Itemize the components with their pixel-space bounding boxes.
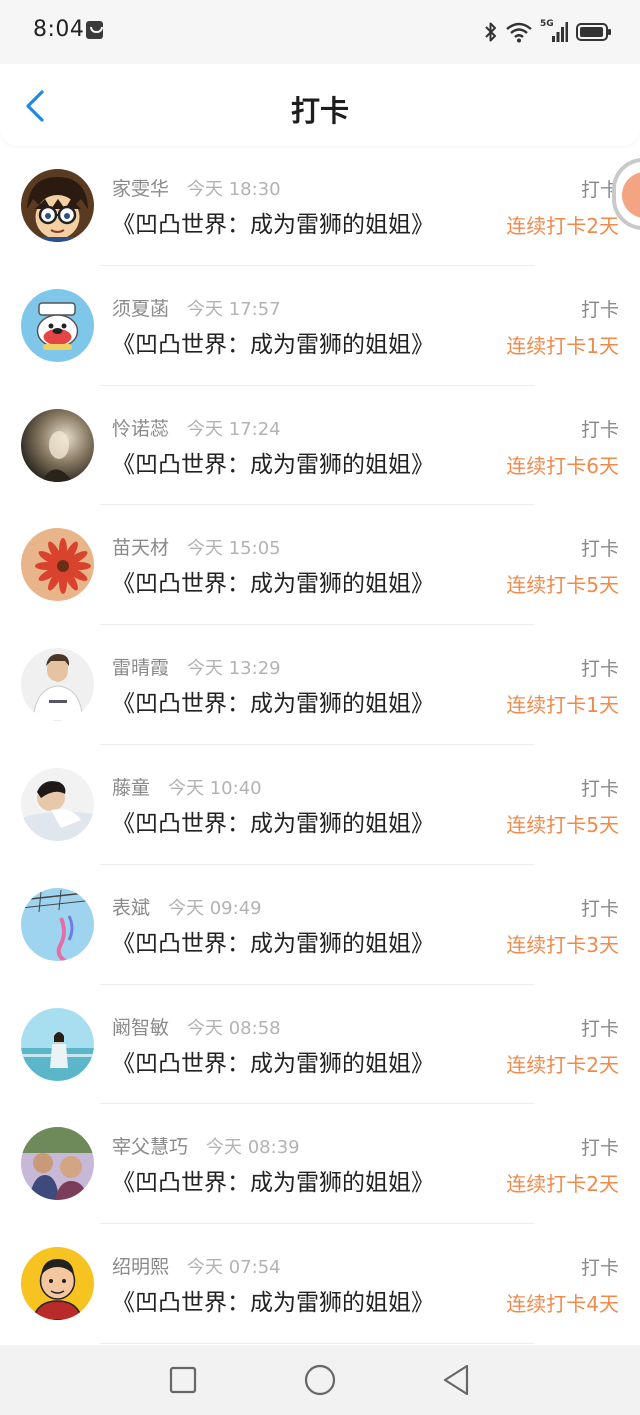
page-title: 打卡 [290, 94, 349, 128]
bubble-avatar [622, 172, 640, 218]
home-button[interactable] [300, 1360, 340, 1400]
list-item[interactable]: 绍明熙 今天 07:54 《凹凸世界：成为雷狮的姐姐》 打卡连续打卡4天 [0, 1224, 640, 1344]
streak-label: 连续打卡1天 [506, 693, 619, 718]
checkin-label: 打卡 [580, 777, 619, 800]
streak-label: 连续打卡4天 [506, 1292, 619, 1317]
list-item[interactable]: 表斌 今天 09:49 《凹凸世界：成为雷狮的姐姐》 打卡连续打卡3天 [0, 865, 640, 985]
avatar[interactable] [21, 169, 94, 242]
checkin-list: 家雯华 今天 18:30 《凹凸世界：成为雷狮的姐姐》 打卡 连续打卡2天 须夏菡 今天 1… [0, 146, 640, 1344]
header: 打卡 [0, 64, 640, 146]
checkin-label: 打卡 [580, 1257, 619, 1280]
avatar[interactable] [21, 1127, 94, 1201]
checkin-label: 打卡 [580, 897, 619, 920]
list-item[interactable]: 宰父慧巧 今天 08:39 《凹凸世界：成为雷狮的姐姐》 打卡连续打卡2天 [0, 1104, 640, 1225]
avatar[interactable] [21, 1247, 94, 1321]
list-item[interactable]: 须夏菡 今天 17:57 《凹凸世界：成为雷狮的姐姐》 打卡连续打卡1天 [0, 266, 640, 386]
post-time: 今天 15:05 [187, 538, 281, 560]
recent-apps-icon [169, 1366, 197, 1394]
user-name: 须夏菡 [112, 297, 170, 320]
signal-icon [552, 22, 568, 42]
book-title[interactable]: 《凹凸世界：成为雷狮的姐姐》 [112, 325, 434, 359]
back-triangle-icon [443, 1364, 469, 1396]
post-time: 今天 08:58 [187, 1017, 281, 1039]
book-title[interactable]: 《凹凸世界：成为雷狮的姐姐》 [112, 445, 434, 479]
list-item[interactable]: 藤童 今天 10:40 《凹凸世界：成为雷狮的姐姐》 打卡连续打卡5天 [0, 745, 640, 865]
checkin-label: 打卡 [580, 1137, 619, 1160]
streak-label: 连续打卡2天 [506, 214, 619, 238]
checkin-label: 打卡 [580, 418, 619, 441]
book-title[interactable]: 《凹凸世界：成为雷狮的姐姐》 [112, 684, 434, 718]
post-time: 今天 09:49 [168, 897, 262, 919]
home-icon [304, 1364, 336, 1396]
book-title[interactable]: 《凹凸世界：成为雷狮的姐姐》 [112, 804, 434, 838]
checkin-label: 打卡 [580, 298, 619, 321]
status-icons: 5G [484, 18, 612, 46]
streak-label: 连续打卡2天 [506, 1172, 619, 1197]
bluetooth-icon [485, 22, 496, 42]
avatar[interactable] [21, 288, 94, 362]
book-title[interactable]: 《凹凸世界：成为雷狮的姐姐》 [112, 1044, 434, 1078]
streak-label: 连续打卡3天 [506, 932, 619, 957]
book-title[interactable]: 《凹凸世界：成为雷狮的姐姐》 [112, 564, 434, 598]
post-time: 今天 17:24 [187, 418, 281, 440]
user-name: 藤童 [112, 776, 151, 799]
avatar[interactable] [21, 1007, 94, 1081]
streak-label: 连续打卡2天 [506, 1052, 619, 1077]
notification-icon [86, 21, 103, 39]
book-title[interactable]: 《凹凸世界：成为雷狮的姐姐》 [112, 205, 434, 239]
checkin-label: 打卡 [580, 538, 619, 561]
back-nav-button[interactable] [437, 1360, 477, 1400]
avatar[interactable] [21, 648, 94, 722]
battery-icon [576, 23, 611, 41]
streak-label: 连续打卡6天 [506, 453, 619, 478]
status-time: 8:04 [33, 17, 85, 42]
post-time: 今天 13:29 [187, 658, 281, 680]
user-name: 宰父慧巧 [112, 1136, 189, 1159]
screen: 8:04 5G 打卡 家雯华 今天 18:30 《凹凸世界：成为雷狮的姐姐》 打… [0, 0, 640, 1415]
user-name: 雷晴霞 [112, 657, 170, 680]
user-name: 阚智敏 [112, 1016, 170, 1039]
avatar[interactable] [21, 528, 94, 602]
user-name: 绍明熙 [112, 1256, 170, 1279]
streak-label: 连续打卡5天 [506, 812, 619, 837]
recent-apps-button[interactable] [163, 1360, 203, 1400]
streak-label: 连续打卡1天 [506, 333, 619, 358]
list-item[interactable]: 怜诺蕊 今天 17:24 《凹凸世界：成为雷狮的姐姐》 打卡连续打卡6天 [0, 386, 640, 506]
post-time: 今天 18:30 [187, 179, 281, 200]
book-title[interactable]: 《凹凸世界：成为雷狮的姐姐》 [112, 1163, 434, 1197]
book-title[interactable]: 《凹凸世界：成为雷狮的姐姐》 [112, 1283, 434, 1317]
list-item[interactable]: 苗天材 今天 15:05 《凹凸世界：成为雷狮的姐姐》 打卡连续打卡5天 [0, 505, 640, 626]
user-name: 怜诺蕊 [112, 417, 170, 440]
user-name: 苗天材 [112, 537, 170, 560]
status-bar: 8:04 5G [0, 0, 640, 64]
list-item[interactable]: 阚智敏 今天 08:58 《凹凸世界：成为雷狮的姐姐》 打卡连续打卡2天 [0, 985, 640, 1105]
post-time: 今天 17:57 [187, 298, 281, 320]
post-time: 今天 08:39 [206, 1137, 300, 1159]
streak-label: 连续打卡5天 [506, 573, 619, 598]
wifi-icon [506, 22, 532, 43]
checkin-label: 打卡 [580, 1017, 619, 1040]
avatar[interactable] [21, 887, 94, 961]
post-time: 今天 07:54 [187, 1257, 281, 1279]
post-time: 今天 10:40 [168, 777, 262, 799]
network-signal: 5G [540, 19, 568, 44]
row-divider [100, 1342, 535, 1344]
user-name: 家雯华 [112, 178, 170, 200]
list-item[interactable]: 家雯华 今天 18:30 《凹凸世界：成为雷狮的姐姐》 打卡 连续打卡2天 [0, 146, 640, 266]
list-item[interactable]: 雷晴霞 今天 13:29 《凹凸世界：成为雷狮的姐姐》 打卡连续打卡1天 [0, 625, 640, 745]
avatar[interactable] [21, 408, 94, 482]
user-name: 表斌 [112, 896, 151, 919]
avatar[interactable] [21, 767, 94, 841]
system-nav-bar [0, 1345, 640, 1415]
checkin-label: 打卡 [580, 658, 619, 681]
book-title[interactable]: 《凹凸世界：成为雷狮的姐姐》 [112, 924, 434, 958]
